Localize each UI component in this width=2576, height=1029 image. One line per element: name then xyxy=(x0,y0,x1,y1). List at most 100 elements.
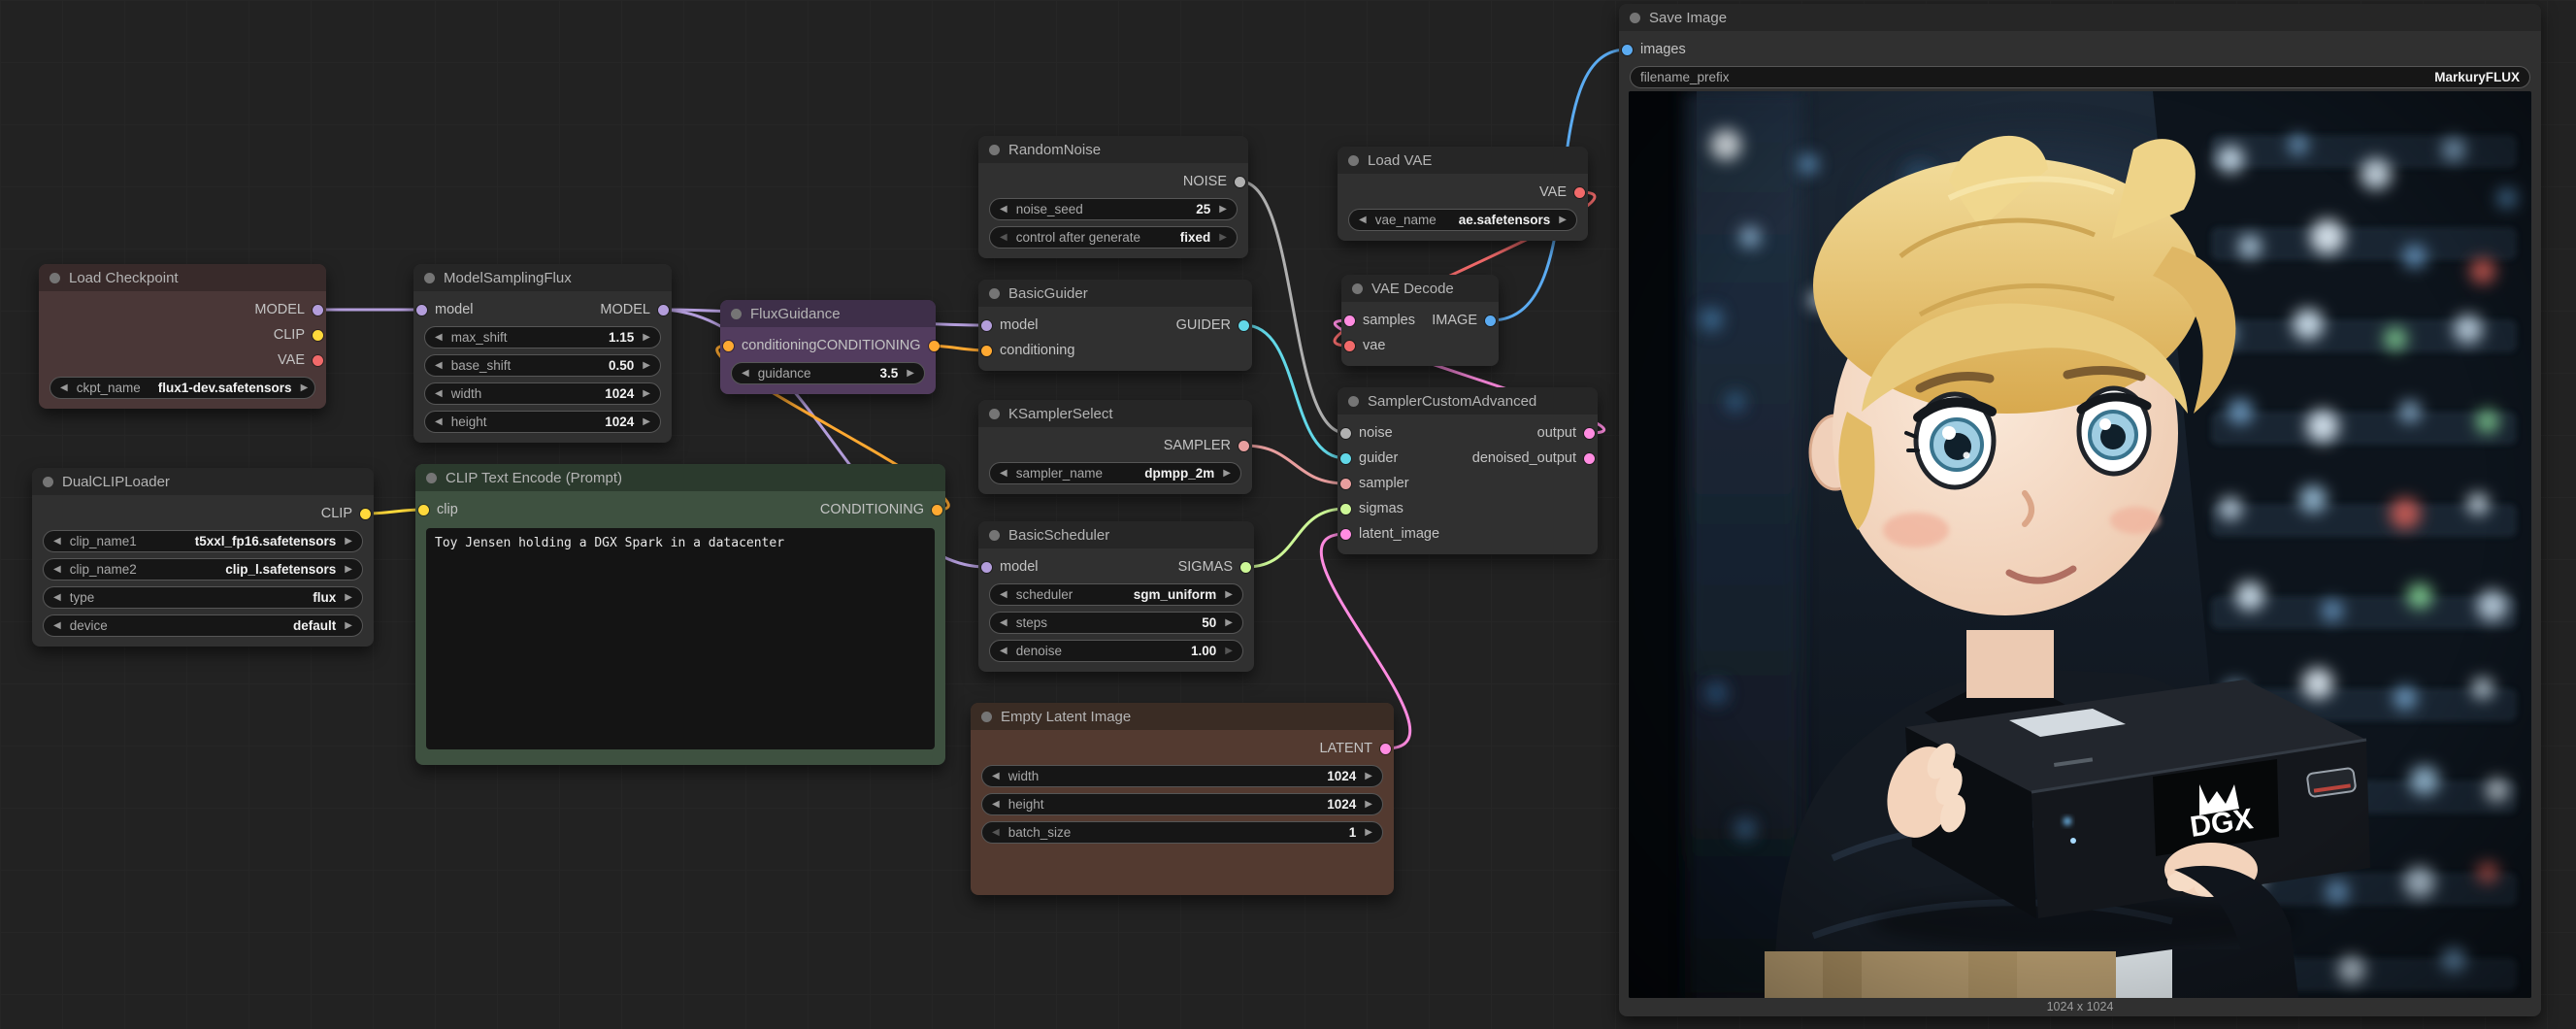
output-port-model[interactable] xyxy=(313,305,323,315)
widget-clip-name2[interactable]: clip_name2 clip_l.safetensors xyxy=(43,558,363,581)
output-port-vae[interactable] xyxy=(1574,187,1585,198)
input-port-model[interactable] xyxy=(416,305,427,315)
node-header[interactable]: Load Checkpoint xyxy=(39,264,326,291)
collapse-dot-icon[interactable] xyxy=(424,273,435,283)
node-header[interactable]: KSamplerSelect xyxy=(978,400,1252,427)
arrow-right-icon[interactable] xyxy=(345,565,352,575)
arrow-right-icon[interactable] xyxy=(1219,205,1227,215)
output-port-guider[interactable] xyxy=(1238,320,1249,331)
collapse-dot-icon[interactable] xyxy=(1630,13,1640,23)
widget-type[interactable]: type flux xyxy=(43,586,363,609)
arrow-left-icon[interactable] xyxy=(742,369,749,379)
arrow-right-icon[interactable] xyxy=(345,593,352,603)
node-vae-decode[interactable]: VAE Decode samples IMAGE vae xyxy=(1341,275,1499,366)
node-header[interactable]: SamplerCustomAdvanced xyxy=(1338,387,1598,415)
output-port-vae[interactable] xyxy=(313,355,323,366)
output-port-model[interactable] xyxy=(658,305,669,315)
arrow-right-icon[interactable] xyxy=(1225,618,1233,628)
arrow-left-icon[interactable] xyxy=(992,772,1000,781)
arrow-left-icon[interactable] xyxy=(992,800,1000,810)
collapse-dot-icon[interactable] xyxy=(1348,396,1359,407)
node-graph-canvas[interactable]: Load Checkpoint MODEL CLIP VAE ckpt_name… xyxy=(0,0,2576,1029)
input-port-sigmas[interactable] xyxy=(1340,504,1351,514)
node-basic-guider[interactable]: BasicGuider model GUIDER conditioning xyxy=(978,280,1252,371)
input-port-latent-image[interactable] xyxy=(1340,529,1351,540)
widget-width[interactable]: width 1024 xyxy=(424,382,661,405)
node-header[interactable]: VAE Decode xyxy=(1341,275,1499,302)
output-port-conditioning[interactable] xyxy=(929,341,940,351)
arrow-right-icon[interactable] xyxy=(643,333,650,343)
widget-base-shift[interactable]: base_shift 0.50 xyxy=(424,354,661,377)
arrow-left-icon[interactable] xyxy=(435,389,443,399)
collapse-dot-icon[interactable] xyxy=(989,288,1000,299)
arrow-left-icon[interactable] xyxy=(1000,590,1007,600)
arrow-right-icon[interactable] xyxy=(1365,800,1372,810)
node-flux-guidance[interactable]: FluxGuidance conditioning CONDITIONING g… xyxy=(720,300,936,394)
collapse-dot-icon[interactable] xyxy=(426,473,437,483)
node-dual-clip-loader[interactable]: DualCLIPLoader CLIP clip_name1 t5xxl_fp1… xyxy=(32,468,374,647)
widget-vae-name[interactable]: vae_name ae.safetensors xyxy=(1348,209,1577,231)
collapse-dot-icon[interactable] xyxy=(50,273,60,283)
widget-height[interactable]: height 1024 xyxy=(981,793,1383,815)
node-header[interactable]: BasicScheduler xyxy=(978,521,1254,548)
input-port-model[interactable] xyxy=(981,320,992,331)
output-port-clip[interactable] xyxy=(313,330,323,341)
widget-noise-seed[interactable]: noise_seed 25 xyxy=(989,198,1238,220)
input-port-sampler[interactable] xyxy=(1340,479,1351,489)
input-port-guider[interactable] xyxy=(1340,453,1351,464)
collapse-dot-icon[interactable] xyxy=(731,309,742,319)
node-header[interactable]: DualCLIPLoader xyxy=(32,468,374,495)
collapse-dot-icon[interactable] xyxy=(989,530,1000,541)
arrow-right-icon[interactable] xyxy=(907,369,914,379)
widget-clip-name1[interactable]: clip_name1 t5xxl_fp16.safetensors xyxy=(43,530,363,552)
arrow-left-icon[interactable] xyxy=(1359,216,1367,225)
collapse-dot-icon[interactable] xyxy=(989,145,1000,155)
node-header[interactable]: Save Image xyxy=(1619,4,2541,31)
node-save-image[interactable]: Save Image images filename_prefix Markur… xyxy=(1619,4,2541,1016)
arrow-left-icon[interactable] xyxy=(992,828,1000,838)
input-port-conditioning[interactable] xyxy=(981,346,992,356)
arrow-right-icon[interactable] xyxy=(1225,647,1233,656)
node-header[interactable]: RandomNoise xyxy=(978,136,1248,163)
node-header[interactable]: FluxGuidance xyxy=(720,300,936,327)
widget-width[interactable]: width 1024 xyxy=(981,765,1383,787)
arrow-right-icon[interactable] xyxy=(345,537,352,547)
output-port-noise[interactable] xyxy=(1235,177,1245,187)
arrow-right-icon[interactable] xyxy=(1225,590,1233,600)
arrow-left-icon[interactable] xyxy=(435,333,443,343)
input-port-conditioning[interactable] xyxy=(723,341,734,351)
input-port-vae[interactable] xyxy=(1344,341,1355,351)
node-empty-latent-image[interactable]: Empty Latent Image LATENT width 1024 hei… xyxy=(971,703,1394,895)
widget-scheduler[interactable]: scheduler sgm_uniform xyxy=(989,583,1243,606)
arrow-right-icon[interactable] xyxy=(1219,233,1227,243)
output-port-denoised-output[interactable] xyxy=(1584,453,1595,464)
output-port-image[interactable] xyxy=(1485,315,1496,326)
collapse-dot-icon[interactable] xyxy=(1348,155,1359,166)
input-port-samples[interactable] xyxy=(1344,315,1355,326)
widget-steps[interactable]: steps 50 xyxy=(989,612,1243,634)
arrow-left-icon[interactable] xyxy=(60,383,68,393)
widget-batch-size[interactable]: batch_size 1 xyxy=(981,821,1383,844)
input-port-images[interactable] xyxy=(1622,45,1633,55)
arrow-left-icon[interactable] xyxy=(53,593,61,603)
arrow-right-icon[interactable] xyxy=(1365,828,1372,838)
arrow-left-icon[interactable] xyxy=(1000,647,1007,656)
node-ksampler-select[interactable]: KSamplerSelect SAMPLER sampler_name dpmp… xyxy=(978,400,1252,494)
arrow-left-icon[interactable] xyxy=(1000,205,1007,215)
arrow-left-icon[interactable] xyxy=(435,417,443,427)
node-sampler-custom-advanced[interactable]: SamplerCustomAdvanced noise output guide… xyxy=(1338,387,1598,554)
output-port-clip[interactable] xyxy=(360,509,371,519)
widget-guidance[interactable]: guidance 3.5 xyxy=(731,362,925,384)
arrow-right-icon[interactable] xyxy=(1365,772,1372,781)
arrow-right-icon[interactable] xyxy=(1559,216,1567,225)
node-header[interactable]: Empty Latent Image xyxy=(971,703,1394,730)
prompt-textarea[interactable]: Toy Jensen holding a DGX Spark in a data… xyxy=(426,528,935,749)
widget-device[interactable]: device default xyxy=(43,614,363,637)
arrow-left-icon[interactable] xyxy=(1000,233,1007,243)
output-port-sigmas[interactable] xyxy=(1240,562,1251,573)
arrow-right-icon[interactable] xyxy=(643,361,650,371)
arrow-right-icon[interactable] xyxy=(1223,469,1231,479)
node-model-sampling-flux[interactable]: ModelSamplingFlux model MODEL max_shift … xyxy=(413,264,672,443)
node-load-checkpoint[interactable]: Load Checkpoint MODEL CLIP VAE ckpt_name… xyxy=(39,264,326,409)
node-header[interactable]: Load VAE xyxy=(1338,147,1588,174)
